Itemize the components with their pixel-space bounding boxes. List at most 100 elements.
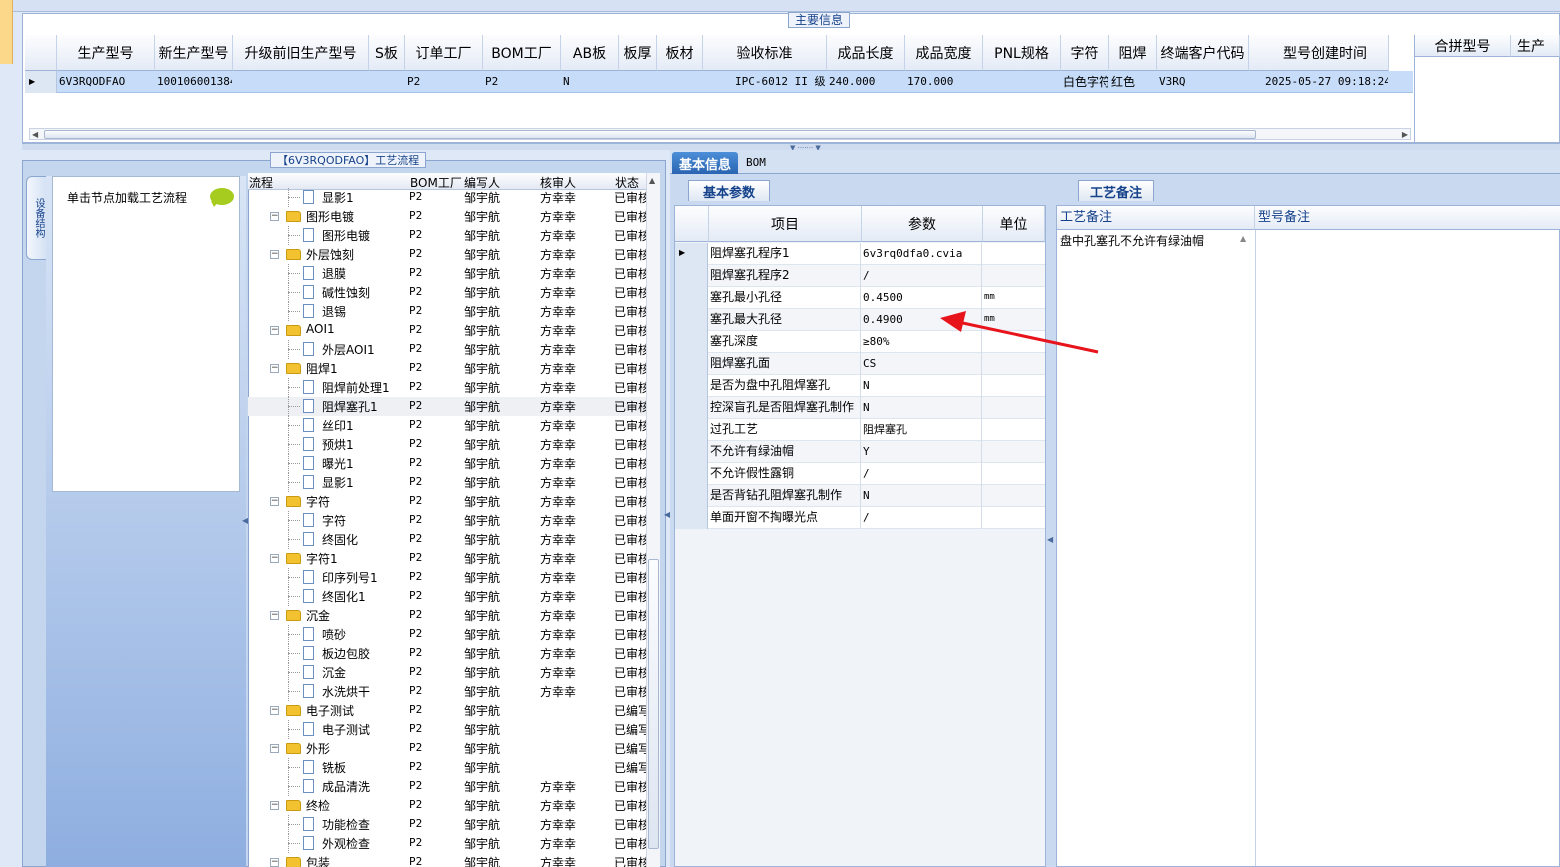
param-value[interactable]: N — [862, 485, 982, 507]
main-col-12[interactable]: PNL规格 — [983, 35, 1061, 71]
tree-node-label[interactable]: 终检 — [306, 797, 330, 814]
tree-row[interactable]: 板边包胶 P2 邹宇航 方幸幸 已审核 — [248, 644, 646, 663]
param-row[interactable]: 控深盲孔是否阻焊塞孔制作 N — [675, 397, 1045, 419]
tree-leaf-label[interactable]: 功能检查 — [322, 816, 370, 833]
tree-leaf-label[interactable]: 终固化1 — [322, 588, 366, 605]
tree-row[interactable]: 曝光1 P2 邹宇航 方幸幸 已审核 — [248, 454, 646, 473]
basic-params-tab[interactable]: 基本参数 — [688, 180, 770, 201]
tree-row[interactable]: 退锡 P2 邹宇航 方幸幸 已审核 — [248, 302, 646, 321]
tree-leaf-label[interactable]: 板边包胶 — [322, 645, 370, 662]
main-col-4[interactable]: 订单工厂 — [405, 35, 483, 71]
tree-node-label[interactable]: 包装 — [306, 854, 330, 867]
param-row-selector[interactable] — [675, 397, 708, 419]
notes-col-model[interactable]: 型号备注 — [1255, 206, 1560, 230]
param-value[interactable]: 6v3rq0dfa0.cvia — [862, 243, 982, 265]
vscroll-thumb[interactable] — [648, 559, 659, 849]
params-col-unit[interactable]: 单位 — [983, 206, 1045, 242]
tree-leaf-label[interactable]: 预烘1 — [322, 436, 354, 453]
tree-row[interactable]: 成品清洗 P2 邹宇航 方幸幸 已审核 — [248, 777, 646, 796]
tree-row[interactable]: − 电子测试 P2 邹宇航 已编写 — [248, 701, 646, 720]
tree-leaf-label[interactable]: 外层AOI1 — [322, 341, 375, 358]
tree-row[interactable]: 沉金 P2 邹宇航 方幸幸 已审核 — [248, 663, 646, 682]
tree-node-label[interactable]: 图形电镀 — [306, 208, 354, 225]
params-col-value[interactable]: 参数 — [862, 206, 983, 242]
main-cell-9[interactable]: IPC-6012 II 级 — [705, 71, 826, 93]
main-col-13[interactable]: 字符 — [1061, 35, 1109, 71]
param-value[interactable]: / — [862, 265, 982, 287]
param-row[interactable]: 是否背钻孔阻焊塞孔制作 N — [675, 485, 1045, 507]
main-cell-10[interactable]: 240.000 — [829, 71, 904, 93]
tree-node-label[interactable]: 外层蚀刻 — [306, 246, 354, 263]
main-cell-5[interactable]: P2 — [485, 71, 560, 93]
param-row-selector[interactable] — [675, 485, 708, 507]
param-row-selector[interactable] — [675, 463, 708, 485]
collapse-icon[interactable]: − — [270, 858, 279, 867]
param-row[interactable]: ▶ 阻焊塞孔程序1 6v3rq0dfa0.cvia — [675, 243, 1045, 265]
tree-row[interactable]: − 终检 P2 邹宇航 方幸幸 已审核 — [248, 796, 646, 815]
tree-leaf-label[interactable]: 阻焊前处理1 — [322, 379, 390, 396]
tree-leaf-label[interactable]: 退锡 — [322, 303, 346, 320]
tree-row[interactable]: 丝印1 P2 邹宇航 方幸幸 已审核 — [248, 416, 646, 435]
param-row[interactable]: 过孔工艺 阻焊塞孔 — [675, 419, 1045, 441]
tree-row[interactable]: 电子测试 P2 邹宇航 已编写 — [248, 720, 646, 739]
tree-node-label[interactable]: 字符1 — [306, 550, 338, 567]
tree-leaf-label[interactable]: 显影1 — [322, 189, 354, 206]
tree-node-label[interactable]: 字符 — [306, 493, 330, 510]
main-cell-0[interactable]: 6V3RQODFAO — [59, 71, 154, 93]
collapse-icon[interactable]: − — [270, 497, 279, 506]
main-col-15[interactable]: 终端客户代码 — [1157, 35, 1249, 71]
collapse-icon[interactable]: − — [270, 611, 279, 620]
collapse-icon[interactable]: − — [270, 706, 279, 715]
main-col-2[interactable]: 升级前旧生产型号 — [233, 35, 369, 71]
main-cell-11[interactable]: 170.000 — [907, 71, 982, 93]
tab-basic-info[interactable]: 基本信息 — [672, 152, 738, 174]
tree-leaf-label[interactable]: 外观检查 — [322, 835, 370, 852]
tree-row[interactable]: 预烘1 P2 邹宇航 方幸幸 已审核 — [248, 435, 646, 454]
tree-row[interactable]: − AOI1 P2 邹宇航 方幸幸 已审核 — [248, 321, 646, 340]
tree-leaf-label[interactable]: 电子测试 — [322, 721, 370, 738]
tree-leaf-label[interactable]: 阻焊塞孔1 — [322, 398, 378, 415]
process-note-text[interactable]: 盘中孔塞孔不允许有绿油帽 — [1060, 232, 1204, 249]
param-row-selector[interactable]: ▶ — [675, 243, 708, 265]
tree-row[interactable]: − 包装 P2 邹宇航 方幸幸 已审核 — [248, 853, 646, 867]
tree-row[interactable]: 阻焊前处理1 P2 邹宇航 方幸幸 已审核 — [248, 378, 646, 397]
main-info-row[interactable]: ▶6V3RQODFAO10010600138491P2P2NIPC-6012 I… — [25, 71, 1413, 93]
collapse-icon[interactable]: − — [270, 364, 279, 373]
main-info-hscroll[interactable]: ◀ ▶ — [29, 128, 1411, 140]
tree-row[interactable]: 图形电镀 P2 邹宇航 方幸幸 已审核 — [248, 226, 646, 245]
main-cell-14[interactable]: 红色 — [1111, 71, 1156, 93]
param-row-selector[interactable] — [675, 419, 708, 441]
param-row[interactable]: 不允许有绿油帽 Y — [675, 441, 1045, 463]
main-cell-13[interactable]: 白色字符 — [1063, 71, 1108, 93]
tree-row[interactable]: − 字符1 P2 邹宇航 方幸幸 已审核 — [248, 549, 646, 568]
scroll-right-icon[interactable]: ▶ — [1402, 130, 1408, 139]
hscroll-thumb[interactable] — [44, 130, 1256, 139]
main-cell-1[interactable]: 10010600138491 — [157, 71, 232, 93]
main-cell-4[interactable]: P2 — [407, 71, 482, 93]
tree-leaf-label[interactable]: 水洗烘干 — [322, 683, 370, 700]
main-cell-15[interactable]: V3RQ — [1159, 71, 1248, 93]
main-cell-6[interactable]: N — [563, 71, 618, 93]
device-structure-tab[interactable]: 设备结构 — [26, 176, 46, 260]
main-col-3[interactable]: S板 — [369, 35, 405, 71]
tree-row[interactable]: 显影1 P2 邹宇航 方幸幸 已审核 — [248, 188, 646, 207]
notes-scroll-up-icon[interactable]: ▲ — [1240, 234, 1246, 243]
tree-vscroll[interactable]: ▲ — [646, 173, 660, 867]
param-value[interactable]: / — [862, 507, 982, 529]
main-col-8[interactable]: 板材 — [657, 35, 703, 71]
tree-row[interactable]: 退膜 P2 邹宇航 方幸幸 已审核 — [248, 264, 646, 283]
param-row-selector[interactable] — [675, 331, 708, 353]
scroll-left-icon[interactable]: ◀ — [32, 130, 38, 139]
main-col-9[interactable]: 验收标准 — [703, 35, 827, 71]
param-row-selector[interactable] — [675, 353, 708, 375]
param-value[interactable]: N — [862, 375, 982, 397]
tree-node-label[interactable]: AOI1 — [306, 322, 335, 336]
tree-row[interactable]: 碱性蚀刻 P2 邹宇航 方幸幸 已审核 — [248, 283, 646, 302]
tree-row[interactable]: 阻焊塞孔1 P2 邹宇航 方幸幸 已审核 — [248, 397, 646, 416]
param-row[interactable]: 单面开窗不掏曝光点 / — [675, 507, 1045, 529]
collapse-icon[interactable]: − — [270, 744, 279, 753]
param-row-selector[interactable] — [675, 375, 708, 397]
tree-node-label[interactable]: 电子测试 — [306, 702, 354, 719]
right-collapse-icon[interactable]: ◀ — [1047, 535, 1053, 544]
tree-leaf-label[interactable]: 字符 — [322, 512, 346, 529]
